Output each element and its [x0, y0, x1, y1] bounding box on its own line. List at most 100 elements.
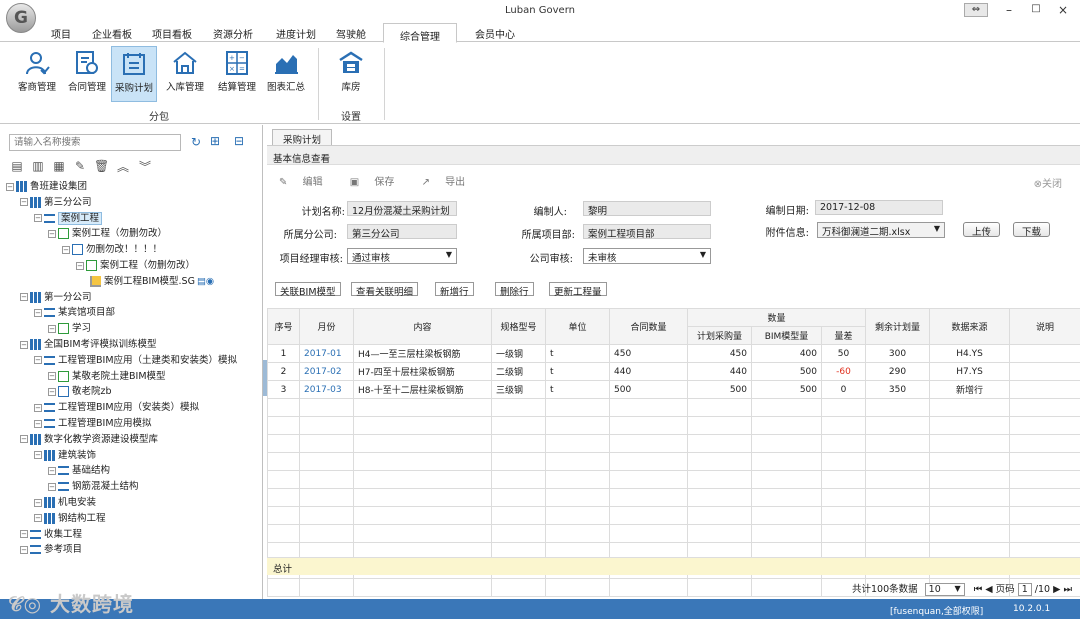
- move-up-icon[interactable]: ︽: [116, 158, 130, 175]
- last-page-icon[interactable]: ⏭: [1063, 584, 1072, 595]
- expand-all-icon[interactable]: ⊞: [208, 134, 222, 148]
- cell-plan-qty[interactable]: 500: [687, 380, 752, 399]
- update-quantity-button[interactable]: 更新工程量: [549, 282, 607, 298]
- tree-node[interactable]: − 机电安装: [34, 496, 96, 510]
- close-view-button[interactable]: ⊗关闭: [1034, 175, 1062, 190]
- cell-plan-qty[interactable]: 440: [687, 362, 752, 381]
- ribbon-storehouse-button[interactable]: 库房: [328, 46, 374, 102]
- cell-spec[interactable]: 三级钢: [491, 380, 546, 399]
- export-button[interactable]: ↗ 导出: [422, 177, 478, 188]
- expand-toggle-icon[interactable]: −: [20, 435, 28, 444]
- menu-project[interactable]: 项目: [51, 26, 71, 41]
- expand-toggle-icon[interactable]: −: [48, 482, 56, 491]
- tree-node[interactable]: − 钢结构工程: [34, 512, 106, 526]
- cell-contract-qty[interactable]: 500: [609, 380, 688, 399]
- cell-bim-qty[interactable]: 500: [751, 380, 822, 399]
- pm-review-select[interactable]: 通过审核 ▼: [347, 248, 457, 264]
- download-button[interactable]: 下载: [1013, 222, 1051, 238]
- expand-toggle-icon[interactable]: −: [48, 229, 56, 238]
- add-child-icon[interactable]: ▥: [31, 159, 45, 173]
- tree-node[interactable]: 案例工程BIM模型.SG ▤◉: [90, 275, 214, 289]
- close-window-button[interactable]: ×: [1052, 3, 1074, 17]
- tree-node[interactable]: − 收集工程: [20, 528, 82, 542]
- cell-source[interactable]: 新增行: [929, 380, 1011, 399]
- cell-month[interactable]: 2017-02: [299, 362, 354, 381]
- cell-seq[interactable]: 1: [267, 344, 300, 363]
- menu-cockpit[interactable]: 驾驶舱: [336, 26, 366, 41]
- tree-node[interactable]: − 案例工程（勿删勿改）: [48, 227, 167, 241]
- menu-member-center[interactable]: 会员中心: [475, 26, 515, 41]
- cell-remain[interactable]: 350: [865, 380, 931, 399]
- menu-enterprise-board[interactable]: 企业看板: [92, 26, 132, 41]
- page-size-select[interactable]: 10 ▼: [924, 583, 965, 596]
- expand-toggle-icon[interactable]: −: [34, 419, 42, 428]
- upload-button[interactable]: 上传: [963, 222, 1001, 238]
- expand-toggle-icon[interactable]: −: [48, 372, 56, 381]
- app-logo[interactable]: G: [6, 3, 36, 33]
- menu-project-board[interactable]: 项目看板: [152, 26, 192, 41]
- expand-toggle-icon[interactable]: −: [34, 214, 42, 223]
- collapse-all-icon[interactable]: ⊟: [232, 134, 246, 148]
- ribbon-stock-in-button[interactable]: 入库管理: [162, 46, 208, 102]
- cell-remain[interactable]: 290: [865, 362, 931, 381]
- cell-unit[interactable]: t: [545, 362, 610, 381]
- table-row[interactable]: 2 2017-02 H7-四至十层柱梁板钢筋 二级钢 t 440 440 500 -60 290 H…: [267, 362, 1080, 381]
- next-page-icon[interactable]: ▶: [1053, 584, 1060, 595]
- cell-diff[interactable]: 50: [820, 344, 867, 363]
- cell-unit[interactable]: t: [545, 344, 610, 363]
- expand-toggle-icon[interactable]: −: [34, 451, 42, 460]
- expand-toggle-icon[interactable]: −: [20, 545, 28, 554]
- expand-toggle-icon[interactable]: −: [62, 245, 70, 254]
- model-status-icon[interactable]: ▤◉: [197, 276, 214, 287]
- move-down-icon[interactable]: ︾: [138, 158, 152, 175]
- ribbon-chart-summary-button[interactable]: 图表汇总: [263, 46, 309, 102]
- expand-toggle-icon[interactable]: −: [34, 514, 42, 523]
- menu-resource-analysis[interactable]: 资源分析: [213, 26, 253, 41]
- cell-spec[interactable]: 一级钢: [491, 344, 546, 363]
- plan-name-field[interactable]: 12月份混凝土采购计划: [347, 201, 457, 217]
- edit-pencil-icon[interactable]: ✎: [73, 159, 87, 173]
- tree-node[interactable]: − 第一分公司: [20, 291, 92, 305]
- tree-node[interactable]: − 某敬老院土建BIM模型: [48, 370, 166, 384]
- cell-content[interactable]: H8-十至十二层柱梁板钢筋: [353, 380, 492, 399]
- ribbon-purchase-plan-button[interactable]: 采购计划: [111, 46, 157, 102]
- menu-schedule[interactable]: 进度计划: [276, 26, 316, 41]
- tree-node[interactable]: − 钢筋混凝土结构: [48, 480, 139, 494]
- add-node-icon[interactable]: ▤: [10, 159, 24, 173]
- cell-content[interactable]: H7-四至十层柱梁板钢筋: [353, 362, 492, 381]
- cell-spec[interactable]: 二级钢: [491, 362, 546, 381]
- delete-icon[interactable]: 🗑: [94, 159, 109, 173]
- link-bim-model-button[interactable]: 关联BIM模型: [275, 282, 341, 298]
- tree-node[interactable]: − 工程管理BIM应用模拟: [34, 417, 152, 431]
- cell-month[interactable]: 2017-01: [299, 344, 354, 363]
- expand-toggle-icon[interactable]: −: [6, 182, 14, 191]
- ribbon-settlement-button[interactable]: + − × = 结算管理: [214, 46, 260, 102]
- tree-node[interactable]: − 参考项目: [20, 543, 82, 557]
- expand-toggle-icon[interactable]: −: [20, 340, 28, 349]
- cell-bim-qty[interactable]: 400: [751, 344, 822, 363]
- expand-toggle-icon[interactable]: −: [48, 466, 56, 475]
- tree-node[interactable]: − 敬老院zb: [48, 385, 112, 399]
- tree-node[interactable]: − 工程管理BIM应用（土建类和安装类）模拟: [34, 354, 237, 368]
- expand-toggle-icon[interactable]: −: [34, 356, 42, 365]
- cell-note[interactable]: [1009, 362, 1080, 381]
- expand-toggle-icon[interactable]: −: [76, 261, 84, 270]
- ribbon-vendor-button[interactable]: 客商管理: [14, 46, 60, 102]
- tree-node[interactable]: − 勿删勿改！！！！: [62, 243, 162, 257]
- menu-general-management[interactable]: 综合管理: [383, 23, 457, 43]
- delete-row-button[interactable]: 删除行: [495, 282, 534, 298]
- dept-field[interactable]: 案例工程项目部: [583, 224, 711, 240]
- expand-toggle-icon[interactable]: −: [20, 198, 28, 207]
- edit-button[interactable]: ✎ 编辑: [279, 177, 335, 188]
- cell-seq[interactable]: 3: [267, 380, 300, 399]
- expand-toggle-icon[interactable]: −: [48, 387, 56, 396]
- expand-toggle-icon[interactable]: −: [20, 530, 28, 539]
- refresh-icon[interactable]: ↻: [189, 135, 203, 149]
- cell-plan-qty[interactable]: 450: [687, 344, 752, 363]
- maximize-button[interactable]: □: [1025, 3, 1047, 14]
- tree-node[interactable]: − 数字化教学资源建设模型库: [20, 433, 158, 447]
- table-row[interactable]: 3 2017-03 H8-十至十二层柱梁板钢筋 三级钢 t 500 500 500 0 350 新增…: [267, 380, 1080, 399]
- cell-seq[interactable]: 2: [267, 362, 300, 381]
- expand-toggle-icon[interactable]: −: [34, 308, 42, 317]
- cell-diff[interactable]: -60: [820, 362, 867, 381]
